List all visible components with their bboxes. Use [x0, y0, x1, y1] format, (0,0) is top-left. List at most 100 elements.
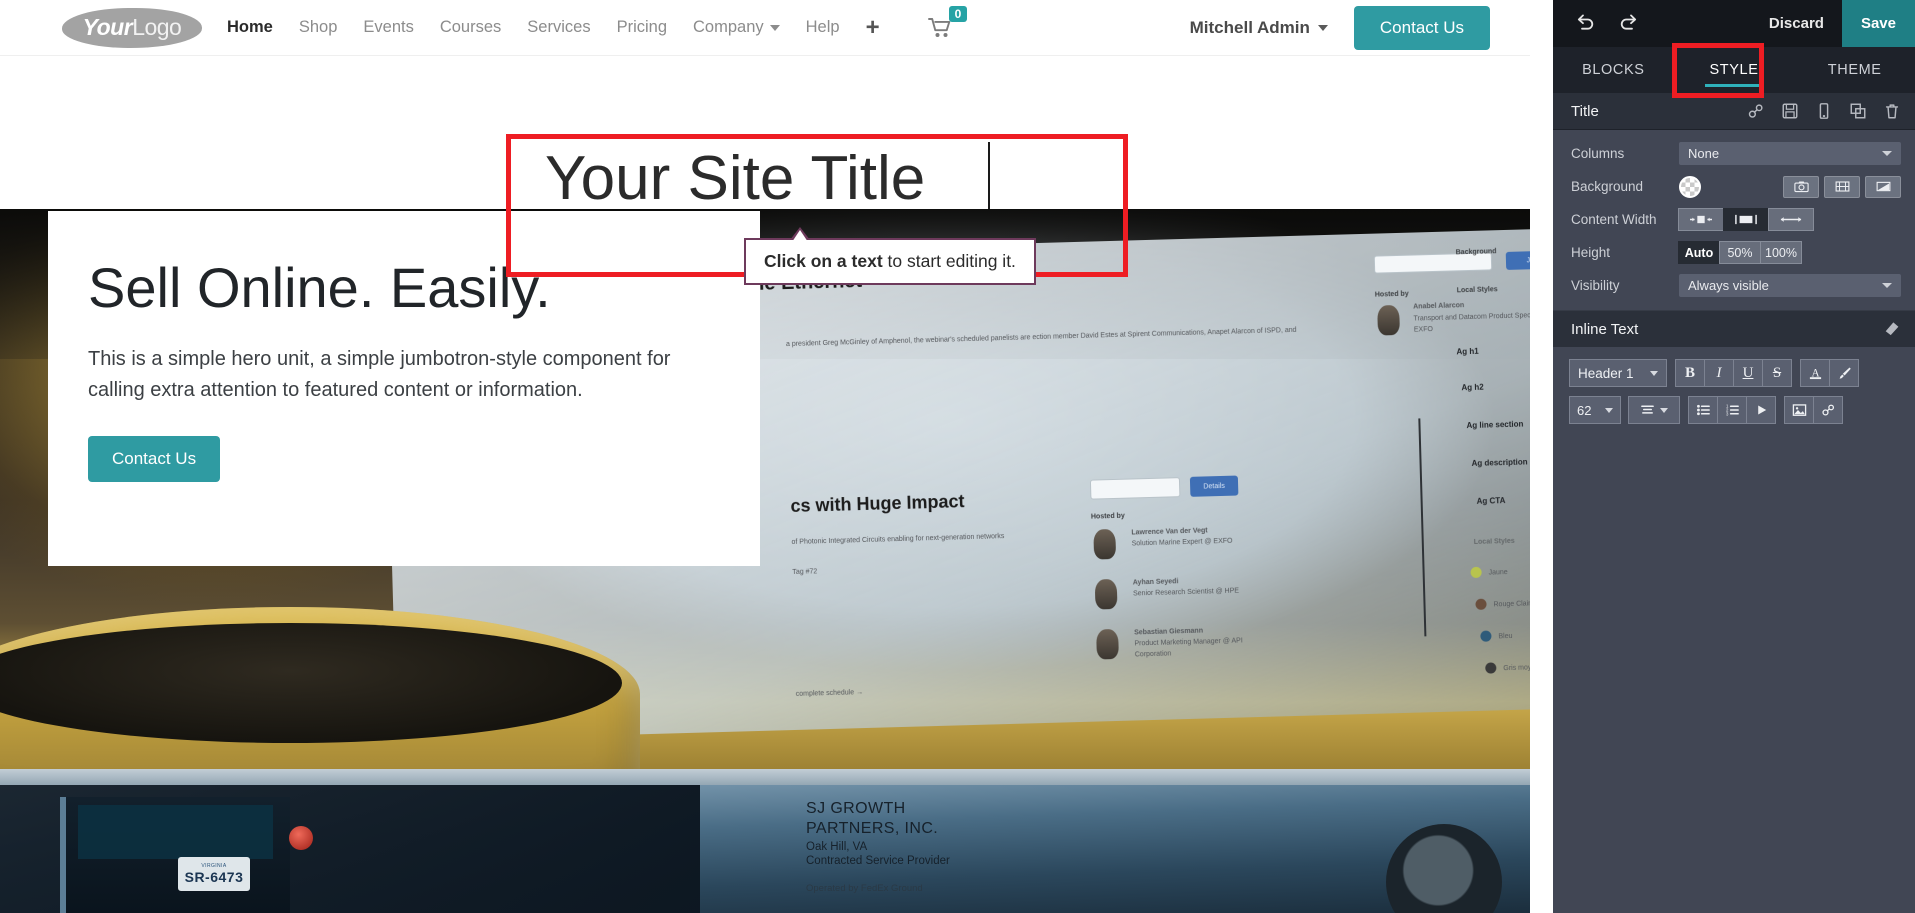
- camera-icon[interactable]: [1783, 175, 1819, 198]
- screen-select-box: [1089, 477, 1181, 500]
- background-label: Background: [1571, 179, 1644, 194]
- bus-company-text: SJ GROWTH PARTNERS, INC. Oak Hill, VA Co…: [806, 799, 950, 895]
- height-auto-button[interactable]: Auto: [1678, 241, 1720, 264]
- chevron-down-icon: [1650, 370, 1658, 376]
- nav-item-home[interactable]: Home: [227, 18, 273, 37]
- columns-value: None: [1688, 146, 1720, 161]
- content-width-narrow-button[interactable]: [1678, 208, 1724, 231]
- video-icon[interactable]: [1824, 175, 1860, 198]
- bus-company-line5: Operated by FedEx Ground: [806, 883, 923, 895]
- title-band: Your Site Title Click on a text to start…: [0, 56, 1530, 285]
- tab-style[interactable]: STYLE: [1674, 47, 1795, 93]
- mobile-preview-icon[interactable]: [1815, 102, 1833, 120]
- eraser-icon[interactable]: [1883, 320, 1901, 338]
- chevron-down-icon: [1605, 407, 1613, 413]
- height-50-button[interactable]: 50%: [1719, 241, 1761, 264]
- nav-item-company[interactable]: Company: [693, 18, 780, 37]
- hero-heading[interactable]: Sell Online. Easily.: [88, 258, 720, 318]
- discard-button[interactable]: Discard: [1769, 15, 1824, 32]
- bus-tail-light: [289, 826, 313, 850]
- svg-text:3: 3: [1725, 411, 1728, 416]
- content-width-normal-button[interactable]: [1723, 208, 1769, 231]
- site-title-heading[interactable]: Your Site Title: [545, 148, 925, 210]
- redo-icon[interactable]: [1619, 12, 1639, 36]
- anchor-link-icon[interactable]: [1747, 102, 1765, 120]
- underline-button[interactable]: U: [1733, 359, 1763, 387]
- font-size-value: 62: [1577, 402, 1592, 418]
- logo-text-secondary: Logo: [132, 14, 182, 40]
- screen-speaker-1: Anabel Alarcon: [1413, 302, 1465, 311]
- italic-button[interactable]: I: [1704, 359, 1734, 387]
- hero-paragraph[interactable]: This is a simple hero unit, a simple jum…: [88, 344, 708, 406]
- screen-color-dot: [1470, 566, 1482, 579]
- bus-photo-band: [0, 769, 1530, 913]
- nav-label: Home: [227, 18, 273, 36]
- font-color-icon[interactable]: A: [1800, 359, 1830, 387]
- hero-contact-us-button[interactable]: Contact Us: [88, 435, 221, 482]
- screen-avatar: [1377, 304, 1400, 336]
- numbered-list-icon[interactable]: 123: [1717, 396, 1747, 424]
- list-group: 123: [1688, 396, 1776, 424]
- nav-item-services[interactable]: Services: [527, 18, 590, 37]
- cart-button[interactable]: 0: [927, 5, 968, 39]
- align-button[interactable]: [1628, 396, 1680, 424]
- save-snippet-icon[interactable]: [1781, 102, 1799, 120]
- text-style-select[interactable]: Header 1: [1569, 359, 1667, 387]
- save-button[interactable]: Save: [1841, 0, 1915, 47]
- bold-button[interactable]: B: [1675, 359, 1705, 387]
- height-label: Height: [1571, 245, 1611, 260]
- option-row-visibility: Visibility Always visible: [1553, 269, 1915, 302]
- screen-color-dot: [1475, 598, 1487, 610]
- columns-select[interactable]: None: [1679, 142, 1901, 165]
- bus-company-line1: SJ GROWTH: [806, 800, 906, 817]
- nav-label: Events: [363, 18, 414, 36]
- screen-color-dot: [1485, 662, 1497, 674]
- text-color-group: A: [1800, 359, 1859, 387]
- play-icon[interactable]: [1746, 396, 1776, 424]
- license-plate: VIRGINIA SR-6473: [178, 857, 250, 891]
- navbar-contact-us-button[interactable]: Contact Us: [1353, 5, 1490, 50]
- paint-brush-icon[interactable]: [1829, 359, 1859, 387]
- link-icon[interactable]: [1813, 396, 1843, 424]
- chevron-down-icon: [1660, 407, 1668, 413]
- screen-background-label: Background: [1455, 248, 1497, 257]
- bullet-list-icon[interactable]: [1688, 396, 1718, 424]
- tab-label: THEME: [1827, 62, 1882, 78]
- gradient-icon[interactable]: [1865, 175, 1901, 198]
- strikethrough-button[interactable]: S: [1762, 359, 1792, 387]
- nav-item-courses[interactable]: Courses: [440, 18, 501, 37]
- plus-icon[interactable]: +: [866, 15, 880, 40]
- logo-text-primary: Your: [82, 14, 133, 40]
- screen-color-label: Rouge Clair: [1493, 600, 1530, 609]
- background-color-swatch[interactable]: [1679, 175, 1701, 198]
- screen-join-button: Join: [1505, 250, 1530, 270]
- tab-blocks[interactable]: BLOCKS: [1553, 47, 1674, 93]
- user-menu[interactable]: Mitchell Admin: [1190, 18, 1328, 38]
- website-preview: Your Logo Home Shop Events Courses Servic…: [0, 0, 1530, 913]
- tab-theme[interactable]: THEME: [1794, 47, 1915, 93]
- block-section-header: Title: [1553, 93, 1915, 130]
- undo-icon[interactable]: [1575, 12, 1595, 36]
- screen-avatar: [1096, 628, 1119, 660]
- font-size-select[interactable]: 62: [1569, 396, 1621, 424]
- screen-hosted-by-label-2: Hosted by: [1090, 512, 1125, 521]
- screen-avatar: [1094, 578, 1118, 610]
- image-icon[interactable]: [1784, 396, 1814, 424]
- nav-item-shop[interactable]: Shop: [299, 18, 338, 37]
- visibility-select[interactable]: Always visible: [1679, 274, 1901, 297]
- screen-ag-item: Ag description: [1471, 457, 1528, 468]
- screen-ag-item: Ag h1: [1456, 346, 1479, 357]
- nav-item-pricing[interactable]: Pricing: [617, 18, 667, 37]
- screen-local-styles-label: Local Styles: [1456, 286, 1498, 295]
- screen-color-label: Jaune: [1488, 569, 1508, 577]
- site-logo[interactable]: Your Logo: [62, 6, 202, 50]
- inline-text-toolbar: Header 1 B I U S A 62 1 2 3: [1553, 347, 1915, 424]
- duplicate-icon[interactable]: [1849, 102, 1867, 120]
- height-100-button[interactable]: 100%: [1760, 241, 1802, 264]
- nav-item-events[interactable]: Events: [363, 18, 413, 37]
- content-width-full-button[interactable]: [1768, 208, 1814, 231]
- nav-item-help[interactable]: Help: [806, 18, 840, 37]
- trash-icon[interactable]: [1883, 102, 1901, 120]
- chevron-down-icon: [769, 24, 780, 31]
- screen-vertical-rule: [1418, 418, 1427, 637]
